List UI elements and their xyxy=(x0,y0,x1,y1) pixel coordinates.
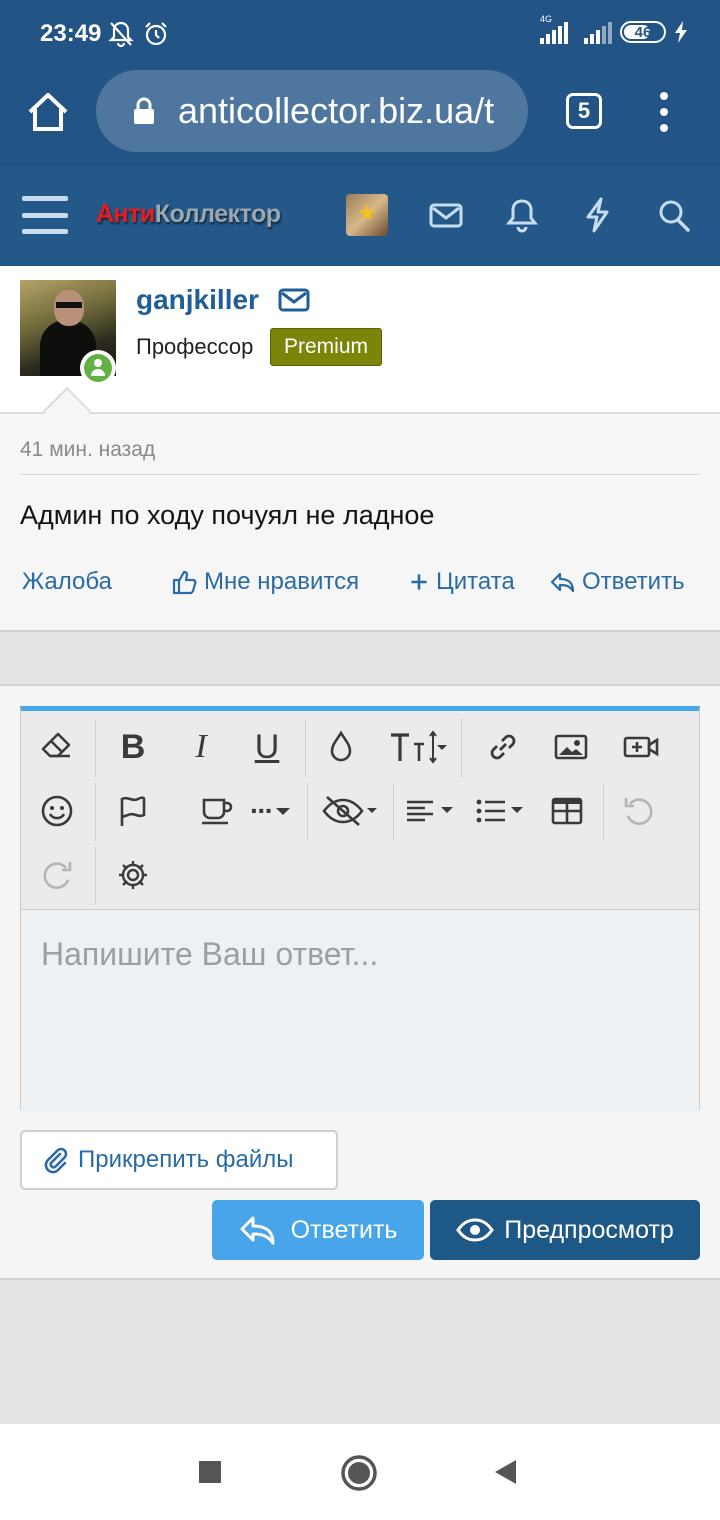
envelope-icon[interactable] xyxy=(278,288,310,312)
back-icon[interactable] xyxy=(492,1458,518,1486)
post-actions: Жалоба Мне нравится Цитата Ответить xyxy=(20,568,700,602)
tab-switcher-button[interactable]: 5 xyxy=(566,93,602,129)
bold-button[interactable]: B xyxy=(101,715,165,779)
signal-icon xyxy=(584,20,612,44)
underline-button[interactable]: U xyxy=(235,715,299,779)
reply-icon xyxy=(240,1216,275,1245)
font-size-icon[interactable] xyxy=(377,715,457,779)
like-button[interactable]: Мне нравится xyxy=(172,568,359,596)
flag-icon[interactable] xyxy=(101,779,165,843)
image-icon[interactable] xyxy=(539,715,603,779)
reply-textarea[interactable]: Напишите Ваш ответ... xyxy=(21,909,699,1111)
current-user-avatar[interactable] xyxy=(346,194,388,236)
site-logo[interactable]: АнтиКоллектор xyxy=(96,200,281,229)
alarm-icon xyxy=(145,22,167,46)
attach-files-button[interactable]: Прикрепить файлы xyxy=(20,1130,338,1190)
reply-icon xyxy=(550,572,575,593)
author-title: Профессор xyxy=(136,334,254,359)
hide-content-icon[interactable] xyxy=(311,779,391,843)
submit-reply-button[interactable]: Ответить xyxy=(212,1200,424,1260)
home-icon[interactable] xyxy=(24,88,72,136)
list-icon[interactable] xyxy=(467,779,535,843)
rich-text-editor: B I U ··· Напишите Ваш ответ... xyxy=(20,706,700,1111)
preview-button[interactable]: Предпросмотр xyxy=(430,1200,700,1260)
lightning-icon[interactable] xyxy=(580,196,616,234)
divider xyxy=(20,474,700,475)
muted-bell-icon xyxy=(108,21,134,48)
editor-toolbar: B I U ··· xyxy=(21,711,699,907)
post: ganjkiller Профессор Premium 41 мин. наз… xyxy=(0,266,720,632)
charging-icon xyxy=(675,21,687,43)
system-nav-bar xyxy=(0,1424,720,1520)
reply-form: B I U ··· Напишите Ваш ответ... Прикрепи… xyxy=(0,684,720,1280)
redo-icon[interactable] xyxy=(25,843,89,907)
search-icon[interactable] xyxy=(656,196,692,234)
plus-icon xyxy=(411,574,427,590)
reply-link[interactable]: Ответить xyxy=(550,568,685,596)
quote-button[interactable]: Цитата xyxy=(408,568,515,596)
more-options-button[interactable]: ··· xyxy=(235,779,305,843)
premium-badge: Premium xyxy=(270,328,383,366)
align-icon[interactable] xyxy=(399,779,463,843)
thumbs-up-icon xyxy=(172,570,197,595)
post-timestamp[interactable]: 41 мин. назад xyxy=(20,438,155,462)
battery-level: 46 xyxy=(634,23,652,41)
signal-4g-icon: 4G xyxy=(540,14,568,44)
hamburger-menu-icon[interactable] xyxy=(22,196,68,234)
author-username[interactable]: ganjkiller xyxy=(136,284,259,316)
url-text: anticollector.biz.ua/t xyxy=(178,90,495,131)
video-icon[interactable] xyxy=(609,715,673,779)
status-icons-right: 4G 46 xyxy=(540,14,688,44)
battery-icon: 46 xyxy=(620,21,666,43)
clear-formatting-icon[interactable] xyxy=(25,715,89,779)
bell-icon[interactable] xyxy=(504,196,540,234)
undo-icon[interactable] xyxy=(607,779,671,843)
post-author: ganjkiller Профессор Premium xyxy=(0,266,720,414)
reply-placeholder: Напишите Ваш ответ... xyxy=(41,936,379,972)
eye-icon xyxy=(456,1218,495,1242)
lock-icon xyxy=(134,97,154,124)
home-nav-icon[interactable] xyxy=(340,1454,378,1492)
recents-icon[interactable] xyxy=(198,1460,222,1484)
color-drop-icon[interactable] xyxy=(309,715,373,779)
link-icon[interactable] xyxy=(471,715,535,779)
inbox-icon[interactable] xyxy=(428,196,464,234)
browser-menu-icon[interactable] xyxy=(652,92,676,132)
browser-chrome: 23:49 4G 46 anticollector.biz.ua/t 5 xyxy=(0,0,720,166)
status-bar: 23:49 4G 46 xyxy=(0,0,720,70)
gear-icon[interactable] xyxy=(101,843,165,907)
table-icon[interactable] xyxy=(535,779,599,843)
report-link[interactable]: Жалоба xyxy=(22,568,112,596)
online-status-icon xyxy=(80,350,116,386)
paperclip-icon xyxy=(44,1147,68,1174)
status-icons-left xyxy=(108,20,170,48)
url-bar[interactable]: anticollector.biz.ua/t xyxy=(96,70,528,152)
smiley-icon[interactable] xyxy=(25,779,89,843)
status-time: 23:49 xyxy=(40,20,102,47)
italic-button[interactable]: I xyxy=(169,715,233,779)
post-message: Админ по ходу почуял не ладное xyxy=(20,500,435,530)
